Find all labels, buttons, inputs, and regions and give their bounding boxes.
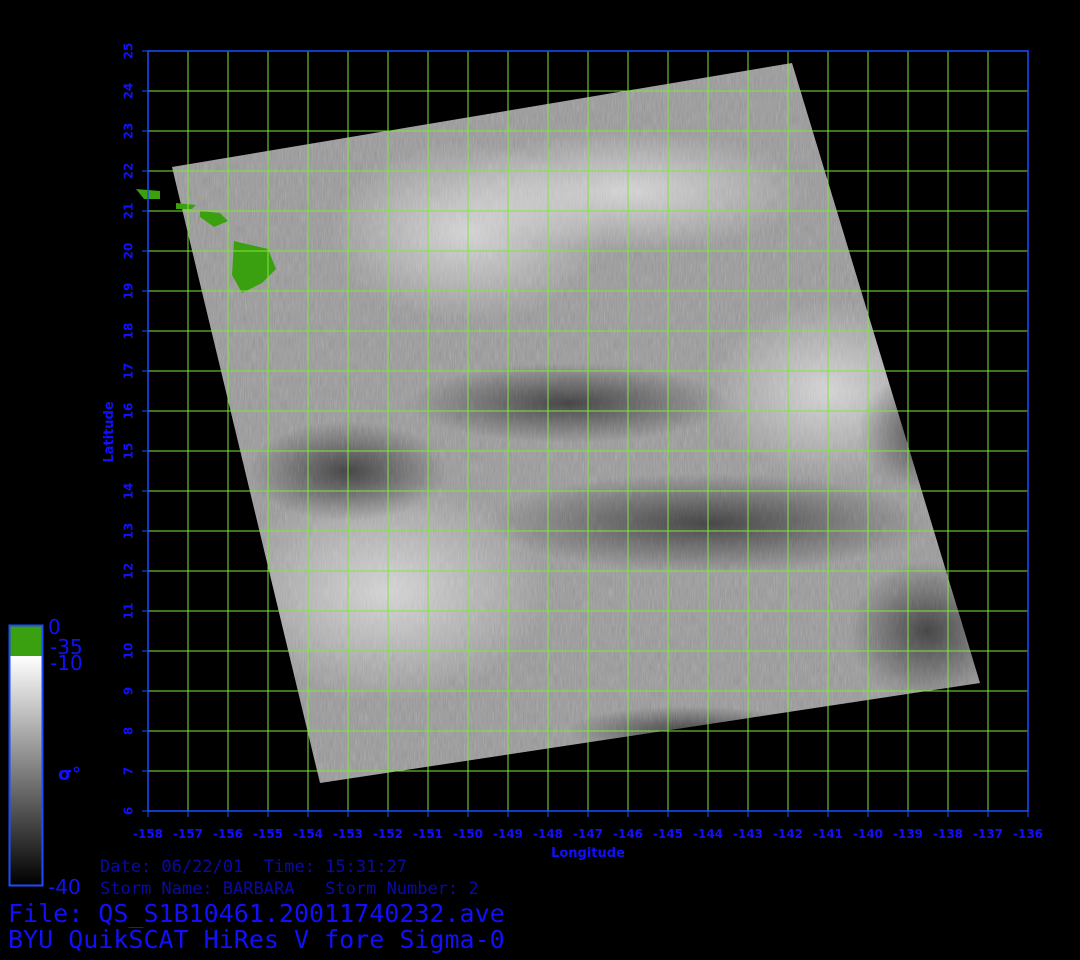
- sigma0-symbol: σ°: [58, 764, 81, 785]
- product-title: BYU QuikSCAT HiRes V fore Sigma-0: [8, 925, 505, 954]
- x-tick-label: -136: [1013, 827, 1043, 841]
- swath-shading: [172, 63, 980, 783]
- y-tick-label: 19: [122, 283, 136, 300]
- y-tick-label: 9: [122, 687, 136, 695]
- y-tick-label: 25: [122, 43, 136, 60]
- y-tick-label: 10: [122, 643, 136, 660]
- x-tick-label: -151: [413, 827, 443, 841]
- y-tick-label: 20: [122, 243, 136, 260]
- colorbar-label-top: -10: [50, 651, 83, 675]
- map-figure: -158 -157 -156 -155 -154 -153 -152 -151 -150 -149…: [8, 43, 1043, 899]
- x-tick-label: -149: [493, 827, 523, 841]
- x-tick-label: -154: [293, 827, 323, 841]
- colorbar-gradient: [10, 656, 42, 885]
- x-tick-label: -148: [533, 827, 563, 841]
- x-tick-label: -147: [573, 827, 603, 841]
- swath-tone-patch: [858, 371, 980, 491]
- y-tick-label: 8: [122, 727, 136, 735]
- y-tick-label: 18: [122, 323, 136, 340]
- x-tick-label: -146: [613, 827, 643, 841]
- y-tick-label: 15: [122, 443, 136, 460]
- x-tick-label: -152: [373, 827, 403, 841]
- scan-date-time: Date: 06/22/01 Time: 15:31:27: [100, 857, 408, 877]
- x-tick-label: -142: [773, 827, 803, 841]
- x-tick-label: -140: [853, 827, 883, 841]
- y-tick-label: 22: [122, 163, 136, 180]
- y-tick-label: 16: [122, 403, 136, 420]
- storm-info: Storm Name: BARBARA Storm Number: 2: [100, 879, 479, 899]
- x-tick-label: -143: [733, 827, 763, 841]
- latitude-tick-labels: 6 7 8 9 10 11 12 13 14 15 16 17 18 19 20 21 22 23 24 25: [122, 43, 148, 815]
- x-tick-label: -137: [973, 827, 1003, 841]
- y-tick-label: 13: [122, 523, 136, 540]
- x-tick-label: -138: [933, 827, 963, 841]
- y-tick-label: 12: [122, 563, 136, 580]
- y-tick-label: 23: [122, 123, 136, 140]
- longitude-tick-labels: -158 -157 -156 -155 -154 -153 -152 -151 -150 -149…: [133, 811, 1043, 841]
- x-tick-label: -141: [813, 827, 843, 841]
- colorbar: 0 -35 -10 -40 σ°: [8, 615, 83, 899]
- y-tick-label: 7: [122, 767, 136, 775]
- y-tick-label: 6: [122, 807, 136, 815]
- y-tick-label: 21: [122, 203, 136, 220]
- colorbar-land-swatch: [10, 626, 42, 656]
- y-tick-label: 11: [122, 603, 136, 620]
- x-tick-label: -145: [653, 827, 683, 841]
- x-tick-label: -150: [453, 827, 483, 841]
- x-tick-label: -158: [133, 827, 163, 841]
- x-axis-label: Longitude: [551, 846, 625, 861]
- y-tick-label: 17: [122, 363, 136, 380]
- x-tick-label: -157: [173, 827, 203, 841]
- y-tick-label: 24: [122, 83, 136, 100]
- file-name: File: QS_S1B10461.20011740232.ave: [8, 899, 505, 928]
- x-tick-label: -139: [893, 827, 923, 841]
- x-tick-label: -153: [333, 827, 363, 841]
- swath-tone-patch: [408, 363, 728, 443]
- x-tick-label: -155: [253, 827, 283, 841]
- y-tick-label: 14: [122, 483, 136, 500]
- colorbar-label-bottom: -40: [48, 875, 81, 899]
- y-axis-label: Latitude: [102, 401, 117, 463]
- x-tick-label: -156: [213, 827, 243, 841]
- sigma0-swath: [172, 63, 980, 783]
- swath-tone-patch: [848, 561, 980, 701]
- x-tick-label: -144: [693, 827, 723, 841]
